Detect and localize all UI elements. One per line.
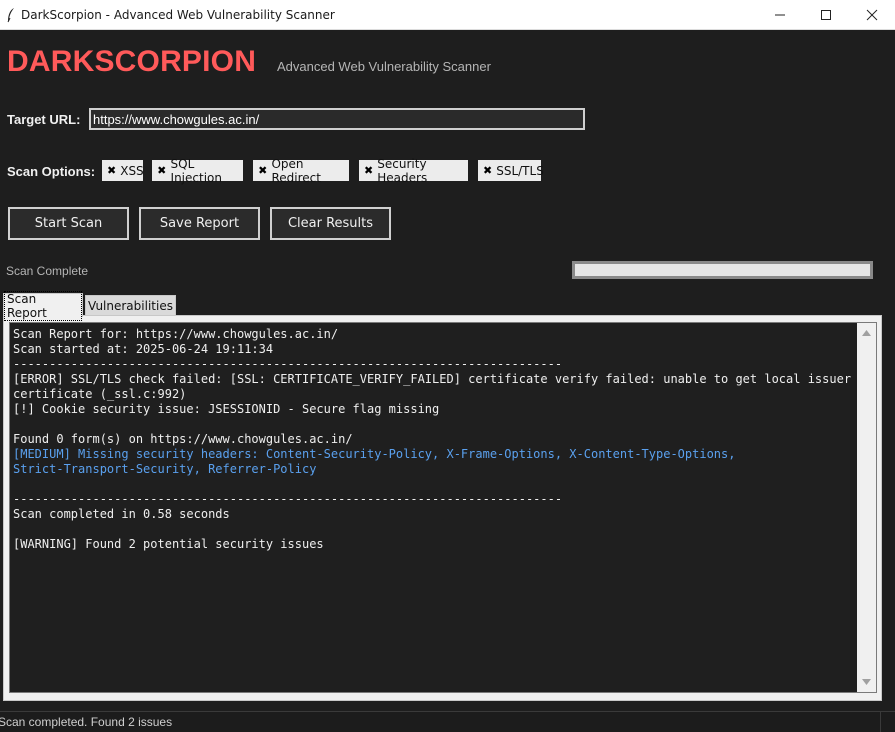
check-mark-icon: ✖ bbox=[483, 164, 493, 177]
report-content: Scan Report for: https://www.chowgules.a… bbox=[13, 327, 853, 552]
report-line: Scan Report for: https://www.chowgules.a… bbox=[13, 327, 339, 341]
progress-fill bbox=[575, 264, 870, 276]
report-line: Found 0 form(s) on https://www.chowgules… bbox=[13, 432, 353, 446]
feather-icon bbox=[7, 8, 14, 23]
report-line: ----------------------------------------… bbox=[13, 492, 563, 506]
status-bar: Scan completed. Found 2 issues bbox=[0, 711, 895, 732]
option-label: Security Headers bbox=[377, 156, 428, 185]
option-label: Open Redirect bbox=[271, 156, 321, 185]
report-line: [MEDIUM] Missing security headers: Conte… bbox=[13, 447, 736, 461]
scroll-down-icon[interactable] bbox=[857, 674, 876, 690]
check-mark-icon: ✖ bbox=[364, 164, 374, 177]
report-line bbox=[13, 417, 853, 432]
scan-options-label: Scan Options: bbox=[7, 164, 96, 179]
window-title: DarkScorpion - Advanced Web Vulnerabilit… bbox=[21, 8, 335, 22]
brand-title: DARKSCORPION bbox=[7, 45, 257, 78]
close-button[interactable] bbox=[849, 0, 895, 30]
title-bar: DarkScorpion - Advanced Web Vulnerabilit… bbox=[0, 0, 895, 30]
report-line bbox=[13, 477, 853, 492]
option-label: XSS bbox=[120, 163, 144, 178]
scan-status-text: Scan Complete bbox=[6, 264, 89, 278]
report-line: Strict-Transport-Security, Referrer-Poli… bbox=[13, 462, 317, 476]
tab-scan-report[interactable]: Scan Report bbox=[3, 290, 83, 321]
report-line: [ERROR] SSL/TLS check failed: [SSL: CERT… bbox=[13, 372, 852, 386]
target-url-input[interactable] bbox=[89, 108, 585, 130]
maximize-icon bbox=[821, 10, 831, 20]
save-report-button[interactable]: Save Report bbox=[139, 207, 260, 240]
report-line bbox=[13, 522, 853, 537]
option-sql-injection-checkbox[interactable]: ✖ SQL Injection bbox=[152, 157, 243, 185]
option-ssl-tls-checkbox[interactable]: ✖ SSL/TLS bbox=[478, 160, 544, 181]
check-mark-icon: ✖ bbox=[258, 164, 268, 177]
start-scan-button[interactable]: Start Scan bbox=[8, 207, 129, 240]
clear-results-button[interactable]: Clear Results bbox=[270, 207, 391, 240]
option-xss-checkbox[interactable]: ✖ XSS bbox=[102, 160, 144, 181]
option-label: SQL Injection bbox=[170, 156, 222, 185]
maximize-button[interactable] bbox=[803, 0, 849, 30]
scan-report-text[interactable]: Scan Report for: https://www.chowgules.a… bbox=[9, 322, 877, 693]
option-open-redirect-checkbox[interactable]: ✖ Open Redirect bbox=[253, 157, 349, 185]
scan-progress-bar bbox=[572, 261, 873, 279]
report-line: Scan started at: 2025-06-24 19:11:34 bbox=[13, 342, 274, 356]
report-line: [!] Cookie security issue: JSESSIONID - … bbox=[13, 402, 440, 416]
report-line: [WARNING] Found 2 potential security iss… bbox=[13, 537, 324, 551]
report-scrollbar[interactable] bbox=[857, 323, 876, 692]
report-line: ----------------------------------------… bbox=[13, 357, 563, 371]
target-url-label: Target URL: bbox=[7, 112, 81, 127]
tab-vulnerabilities[interactable]: Vulnerabilities bbox=[85, 295, 176, 316]
brand-subtitle: Advanced Web Vulnerability Scanner bbox=[277, 59, 491, 74]
tab-label: Vulnerabilities bbox=[88, 298, 173, 313]
tab-label: Scan Report bbox=[4, 290, 82, 321]
report-line: certificate (_ssl.c:992) bbox=[13, 387, 187, 401]
minimize-icon bbox=[775, 14, 785, 16]
option-label: SSL/TLS bbox=[496, 163, 544, 178]
scroll-up-icon[interactable] bbox=[857, 325, 876, 341]
option-security-headers-checkbox[interactable]: ✖ Security Headers bbox=[359, 157, 468, 185]
check-mark-icon: ✖ bbox=[107, 164, 117, 177]
status-bar-text: Scan completed. Found 2 issues bbox=[0, 715, 173, 729]
check-mark-icon: ✖ bbox=[157, 164, 167, 177]
close-icon bbox=[866, 9, 878, 21]
report-line: Scan completed in 0.58 seconds bbox=[13, 507, 230, 521]
minimize-button[interactable] bbox=[757, 0, 803, 30]
